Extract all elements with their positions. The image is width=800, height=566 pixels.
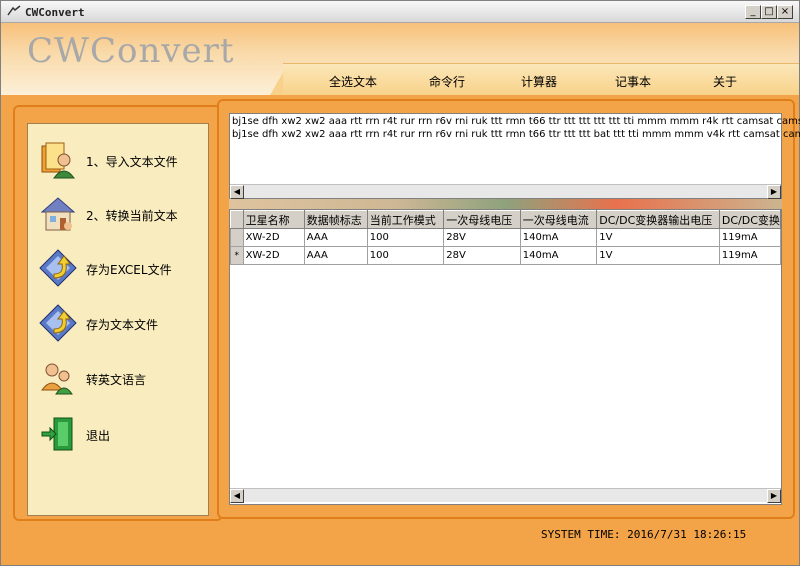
- column-header[interactable]: 一次母线电压: [443, 210, 521, 229]
- table-cell[interactable]: 28V: [443, 228, 521, 247]
- table-cell[interactable]: 100: [366, 228, 445, 247]
- row-marker[interactable]: *: [230, 246, 244, 265]
- sidebar-item-convert-text[interactable]: 2、转换当前文本: [36, 194, 206, 234]
- table-cell[interactable]: 140mA: [519, 228, 598, 247]
- text-horizontal-scrollbar[interactable]: ◀ ▶: [230, 184, 781, 199]
- table-cell[interactable]: 100: [366, 246, 445, 265]
- table-header-row: 卫星名称 数据帧标志 当前工作模式 一次母线电压 一次母线电流 DC/DC变换器…: [230, 210, 781, 229]
- text-line: bj1se dfh xw2 xw2 aaa rtt rrn r4t rur rr…: [232, 129, 800, 140]
- row-marker[interactable]: [230, 228, 244, 247]
- users-icon: [41, 363, 73, 395]
- table-cell[interactable]: 119mA: [718, 246, 781, 265]
- menu-command-line[interactable]: 命令行: [429, 73, 465, 90]
- column-header[interactable]: 卫星名称: [242, 210, 305, 229]
- table-row[interactable]: * XW-2D AAA 100 28V 140mA 1V 119mA: [230, 246, 781, 265]
- data-table: 卫星名称 数据帧标志 当前工作模式 一次母线电压 一次母线电流 DC/DC变换器…: [230, 210, 781, 265]
- grid-horizontal-scrollbar[interactable]: ◀ ▶: [230, 488, 781, 503]
- column-header[interactable]: DC/DC变换: [718, 210, 781, 229]
- text-panel[interactable]: bj1se dfh xw2 xw2 aaa rtt rrn r4t rur rr…: [229, 113, 800, 199]
- data-grid[interactable]: 卫星名称 数据帧标志 当前工作模式 一次母线电压 一次母线电流 DC/DC变换器…: [229, 209, 782, 505]
- sidebar: 1、导入文本文件 2、转换当前文本 存为EXCEL文件 存为文本文件 转英文语言…: [27, 123, 209, 516]
- window-title: CWConvert: [25, 6, 85, 19]
- row-header-corner: [230, 210, 244, 229]
- sidebar-item-exit[interactable]: 退出: [36, 414, 206, 454]
- app-window: CWConvert _ □ × CWConvert 全选文本 命令行 计算器 记…: [0, 0, 800, 566]
- sidebar-item-save-text[interactable]: 存为文本文件: [36, 303, 206, 343]
- column-header[interactable]: DC/DC变换器输出电压: [596, 210, 720, 229]
- sidebar-item-label: 2、转换当前文本: [86, 209, 178, 223]
- table-cell[interactable]: 1V: [596, 246, 720, 265]
- sidebar-item-label: 转英文语言: [86, 373, 147, 387]
- menu-bar: 全选文本 命令行 计算器 记事本 关于: [283, 63, 799, 95]
- scroll-right-button[interactable]: ▶: [767, 489, 781, 503]
- house-icon: [40, 197, 76, 231]
- scroll-left-button[interactable]: ◀: [230, 489, 244, 503]
- table-cell[interactable]: 28V: [443, 246, 521, 265]
- table-cell[interactable]: XW-2D: [242, 228, 305, 247]
- text-line: bj1se dfh xw2 xw2 aaa rtt rrn r4t rur rr…: [232, 116, 800, 127]
- menu-notepad[interactable]: 记事本: [615, 73, 651, 90]
- menu-select-all[interactable]: 全选文本: [329, 73, 377, 90]
- close-button[interactable]: ×: [777, 5, 793, 19]
- column-header[interactable]: 数据帧标志: [303, 210, 368, 229]
- brand-title: CWConvert: [27, 31, 235, 71]
- system-time-status: SYSTEM TIME: 2016/7/31 18:26:15: [541, 528, 747, 541]
- scroll-right-button[interactable]: ▶: [767, 185, 781, 199]
- import-user-icon: [41, 142, 75, 179]
- maximize-button[interactable]: □: [761, 5, 777, 19]
- table-row[interactable]: XW-2D AAA 100 28V 140mA 1V 119mA: [230, 228, 781, 247]
- sidebar-item-label: 1、导入文本文件: [86, 155, 178, 169]
- exit-door-icon: [41, 417, 73, 451]
- save-arrow-icon: [39, 304, 77, 342]
- save-arrow-icon: [39, 249, 77, 287]
- table-cell[interactable]: AAA: [303, 246, 368, 265]
- menu-about[interactable]: 关于: [713, 73, 737, 90]
- sidebar-item-label: 退出: [86, 429, 111, 443]
- menu-calculator[interactable]: 计算器: [521, 73, 557, 90]
- title-bar[interactable]: CWConvert _ □ ×: [1, 1, 799, 23]
- column-header[interactable]: 当前工作模式: [366, 210, 445, 229]
- app-icon: [7, 5, 21, 16]
- sidebar-item-import-text[interactable]: 1、导入文本文件: [36, 140, 206, 180]
- table-cell[interactable]: 140mA: [519, 246, 598, 265]
- decorative-strip: [229, 199, 782, 209]
- table-cell[interactable]: XW-2D: [242, 246, 305, 265]
- column-header[interactable]: 一次母线电流: [519, 210, 598, 229]
- sidebar-item-label: 存为文本文件: [86, 318, 159, 332]
- scroll-left-button[interactable]: ◀: [230, 185, 244, 199]
- minimize-button[interactable]: _: [745, 5, 761, 19]
- table-cell[interactable]: 1V: [596, 228, 720, 247]
- sidebar-item-label: 存为EXCEL文件: [86, 263, 172, 277]
- table-cell[interactable]: AAA: [303, 228, 368, 247]
- table-cell[interactable]: 119mA: [718, 228, 781, 247]
- sidebar-item-english[interactable]: 转英文语言: [36, 358, 206, 398]
- sidebar-item-save-excel[interactable]: 存为EXCEL文件: [36, 248, 206, 288]
